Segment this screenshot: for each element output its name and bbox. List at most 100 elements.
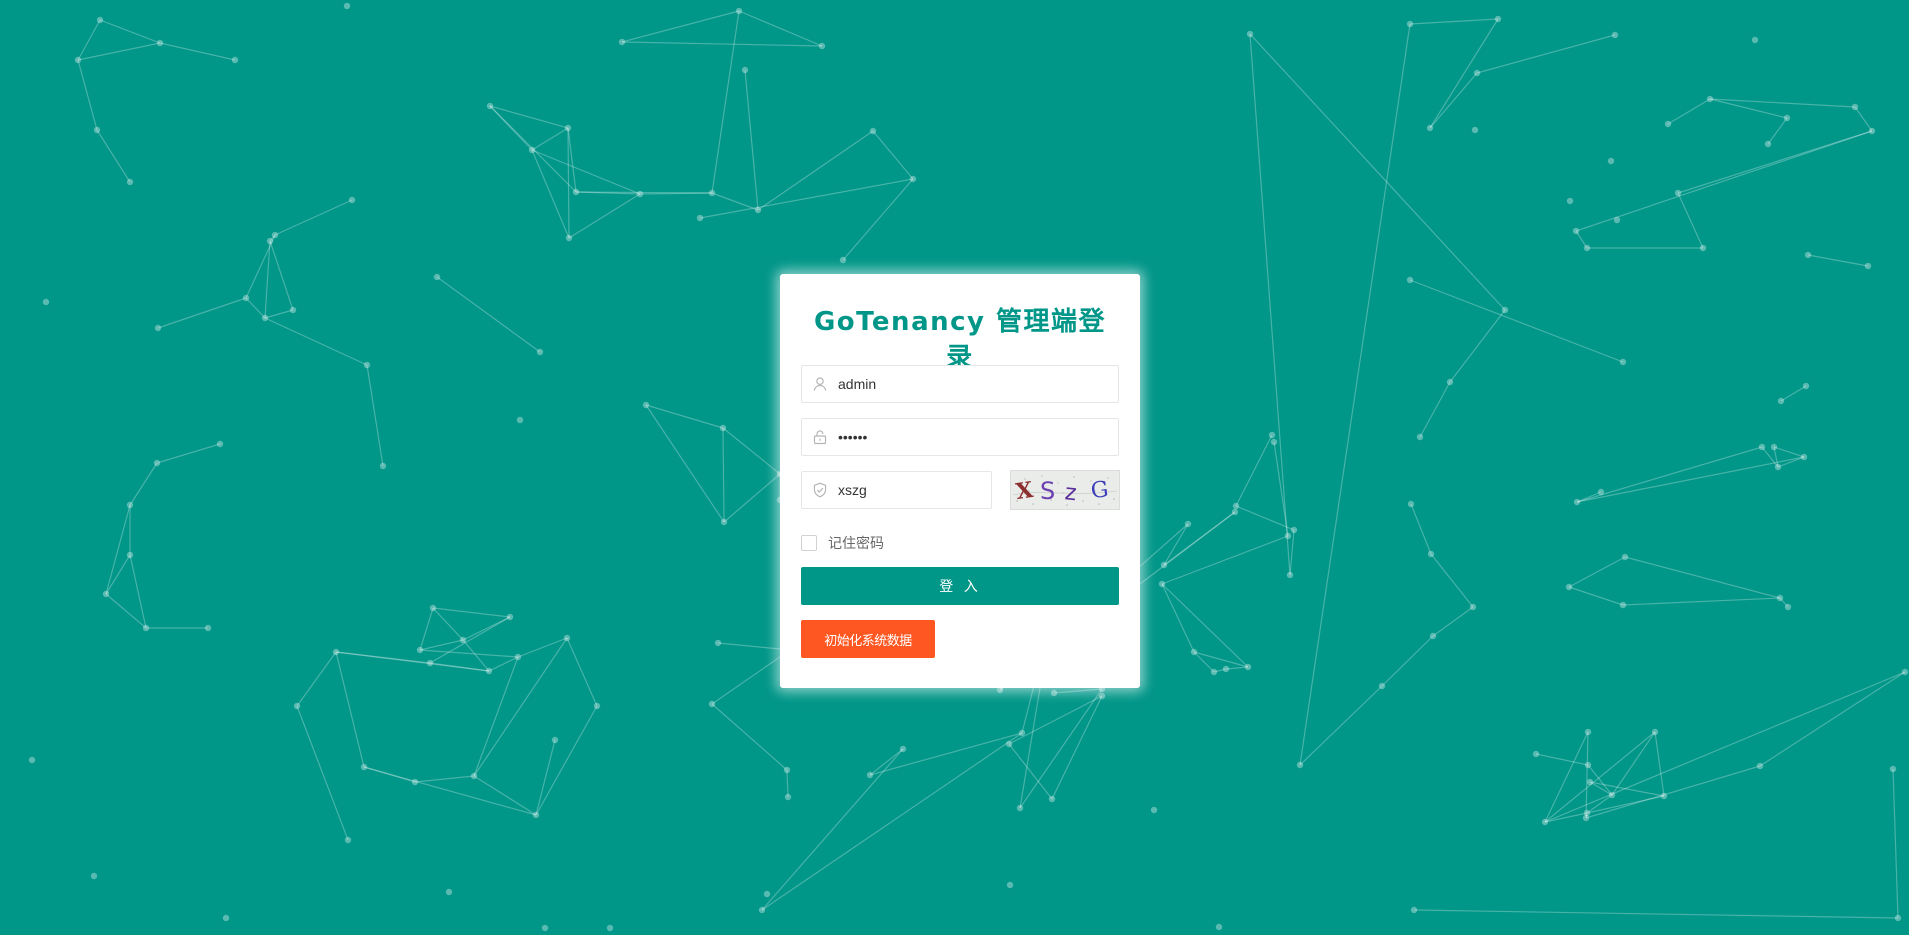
network-link — [156, 443, 221, 464]
network-link — [1429, 18, 1499, 129]
network-node — [1756, 762, 1764, 770]
network-link — [1161, 583, 1195, 653]
network-link — [1575, 130, 1873, 232]
network-link — [1051, 695, 1103, 800]
captcha-input[interactable] — [838, 473, 1019, 507]
network-link — [419, 639, 464, 651]
network-node — [1284, 532, 1292, 540]
network-node — [1774, 463, 1782, 471]
network-node — [1583, 244, 1591, 252]
network-node — [1802, 382, 1810, 390]
network-node — [514, 653, 522, 661]
network-node — [1565, 583, 1573, 591]
network-link — [1568, 556, 1626, 588]
network-node — [416, 646, 424, 654]
network-link — [711, 192, 759, 211]
network-node — [426, 659, 434, 667]
network-link — [535, 705, 598, 816]
network-link — [269, 240, 294, 311]
network-link — [645, 404, 725, 523]
network-node — [1619, 358, 1627, 366]
network-node — [1290, 526, 1298, 534]
username-input[interactable] — [838, 367, 1118, 401]
captcha-field[interactable] — [801, 471, 1019, 509]
network-node — [719, 424, 727, 432]
network-node — [1016, 804, 1024, 812]
network-node — [411, 778, 419, 786]
network-link — [1854, 106, 1873, 132]
network-node — [261, 314, 269, 322]
captcha-image[interactable]: X S z G — [1010, 470, 1120, 510]
network-link — [1544, 731, 1589, 823]
network-node — [563, 634, 571, 642]
network-node — [1582, 814, 1590, 822]
network-node — [1783, 114, 1791, 122]
network-node — [1660, 792, 1668, 800]
network-link — [722, 427, 725, 523]
network-link — [264, 317, 368, 366]
network-link — [1409, 18, 1499, 25]
network-node — [564, 124, 572, 132]
network-link — [1299, 23, 1411, 766]
password-input[interactable] — [838, 420, 1118, 454]
network-node — [142, 624, 150, 632]
network-link — [1235, 434, 1273, 507]
network-node — [1804, 251, 1812, 259]
network-node — [445, 888, 453, 896]
network-node — [783, 766, 791, 774]
network-node — [1501, 306, 1509, 314]
network-node — [1270, 438, 1278, 446]
network-link — [1008, 695, 1103, 745]
network-node — [593, 702, 601, 710]
network-link — [1225, 666, 1249, 670]
network-link — [159, 42, 236, 61]
login-button[interactable]: 登 入 — [801, 567, 1119, 605]
network-link — [1654, 731, 1665, 797]
network-link — [96, 129, 131, 183]
lock-icon — [802, 419, 838, 455]
network-link — [473, 775, 537, 816]
network-node — [486, 102, 494, 110]
network-link — [1576, 446, 1763, 503]
network-node — [1770, 443, 1778, 451]
network-node — [1784, 603, 1792, 611]
captcha-char-3: z — [1064, 480, 1078, 506]
network-node — [1868, 127, 1876, 135]
network-node — [741, 66, 749, 74]
network-node — [572, 188, 580, 196]
network-link — [1767, 117, 1788, 145]
network-node — [696, 214, 704, 222]
username-field[interactable] — [801, 365, 1119, 403]
network-node — [1664, 120, 1672, 128]
network-link — [1053, 688, 1103, 694]
network-node — [618, 38, 626, 46]
network-node — [708, 700, 716, 708]
network-node — [231, 56, 239, 64]
network-link — [1381, 635, 1434, 687]
network-link — [711, 649, 791, 705]
network-link — [711, 10, 740, 194]
network-link — [531, 127, 569, 151]
network-link — [419, 649, 519, 658]
network-link — [1535, 753, 1589, 766]
network-link — [738, 10, 823, 47]
network-node — [154, 324, 162, 332]
network-node — [28, 756, 36, 764]
network-node — [1231, 508, 1239, 516]
network-node — [1427, 550, 1435, 558]
network-link — [335, 651, 431, 664]
network-link — [1622, 597, 1781, 606]
network-link — [1430, 553, 1474, 608]
network-link — [869, 748, 904, 776]
remember-checkbox[interactable] — [801, 535, 817, 551]
network-node — [735, 7, 743, 15]
login-card: GoTenancy 管理端登录 admin xszg X S z G 记住密码 … — [780, 274, 1140, 688]
remember-password[interactable]: 记住密码 — [801, 533, 884, 553]
network-node — [102, 590, 110, 598]
page-title: GoTenancy 管理端登录 — [813, 307, 1107, 373]
network-node — [1586, 778, 1594, 786]
network-link — [621, 41, 823, 47]
init-system-data-button[interactable]: 初始化系统数据 — [801, 620, 935, 658]
password-field[interactable] — [801, 418, 1119, 456]
network-link — [761, 732, 1023, 911]
